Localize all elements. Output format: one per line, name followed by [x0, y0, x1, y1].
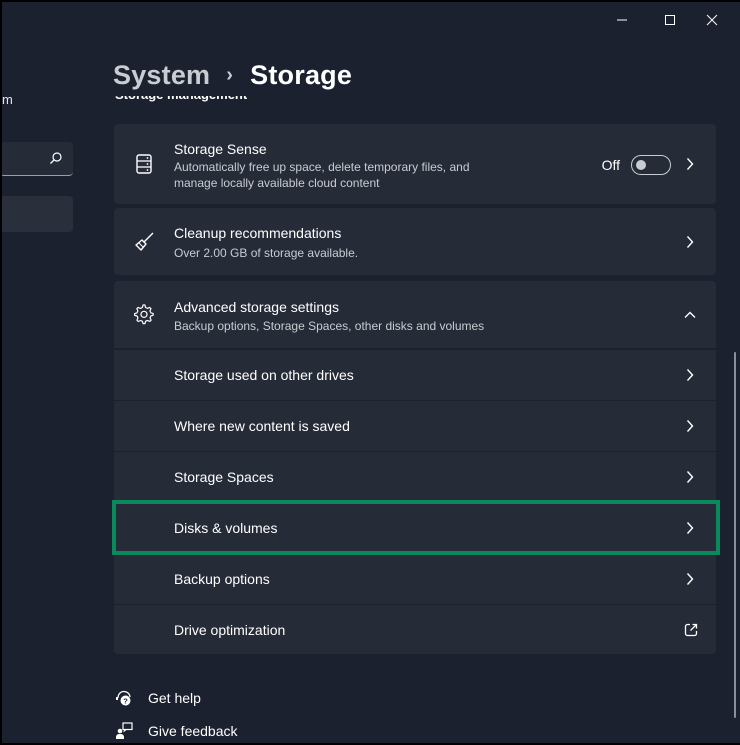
list-item-label: Backup options [174, 571, 270, 587]
advanced-storage-description: Backup options, Storage Spaces, other di… [174, 319, 485, 333]
chevron-right-icon [684, 419, 696, 433]
list-item-label: Drive optimization [174, 622, 286, 638]
chevron-right-icon [684, 235, 696, 249]
nav-user-name: m [2, 92, 13, 107]
search-input[interactable] [2, 142, 73, 176]
section-header: Storage management [115, 96, 247, 110]
minimize-button[interactable] [602, 8, 642, 32]
feedback-icon [114, 721, 134, 741]
storage-sense-toggle[interactable] [631, 155, 671, 175]
chevron-up-icon[interactable] [684, 308, 696, 322]
storage-sense-description: Automatically free up space, delete temp… [174, 160, 470, 190]
advanced-storage-settings-card[interactable]: Advanced storage settings Backup options… [114, 281, 716, 348]
list-item-label: Where new content is saved [174, 418, 350, 434]
settings-window: m System › Storage Storage management St… [2, 2, 740, 743]
svg-text:?: ? [123, 696, 128, 705]
list-item-disks-volumes[interactable]: Disks & volumes [114, 502, 716, 553]
cleanup-title: Cleanup recommendations [174, 225, 342, 241]
list-item-label: Disks & volumes [174, 520, 278, 536]
storage-sense-title: Storage Sense [174, 141, 267, 157]
toggle-state-label: Off [601, 157, 620, 173]
storage-sense-card[interactable]: Storage Sense Automatically free up spac… [114, 124, 716, 204]
give-feedback-link[interactable]: Give feedback [114, 721, 238, 741]
breadcrumb-separator: › [226, 64, 234, 86]
vertical-scrollbar[interactable] [734, 352, 736, 718]
chevron-right-icon [684, 368, 696, 382]
maximize-button[interactable] [650, 8, 690, 32]
breadcrumb: System › Storage [113, 60, 352, 91]
broom-icon [133, 231, 155, 253]
page-title: Storage [250, 60, 353, 90]
list-item-backup-options[interactable]: Backup options [114, 553, 716, 604]
toggle-knob [636, 160, 646, 170]
give-feedback-label: Give feedback [148, 723, 238, 739]
minimize-icon [617, 19, 627, 21]
cleanup-recommendations-card[interactable]: Cleanup recommendations Over 2.00 GB of … [114, 208, 716, 275]
list-item-storage-other-drives[interactable]: Storage used on other drives [114, 349, 716, 400]
list-item-label: Storage used on other drives [174, 367, 354, 383]
list-item-storage-spaces[interactable]: Storage Spaces [114, 451, 716, 502]
close-button[interactable] [692, 8, 732, 32]
chevron-right-icon [684, 157, 696, 171]
advanced-storage-title: Advanced storage settings [174, 299, 339, 315]
get-help-link[interactable]: ? Get help [114, 688, 201, 708]
breadcrumb-system[interactable]: System [113, 60, 210, 91]
external-link-icon [683, 622, 699, 643]
help-icon: ? [114, 688, 134, 708]
nav-item-selected[interactable] [2, 196, 73, 232]
chevron-right-icon [684, 572, 696, 586]
close-icon [706, 14, 718, 26]
gear-icon [133, 303, 155, 326]
list-item-label: Storage Spaces [174, 469, 274, 485]
chevron-right-icon [684, 521, 696, 535]
storage-sense-toggle-group: Off [602, 155, 671, 175]
get-help-label: Get help [148, 690, 201, 706]
advanced-storage-list: Storage used on other drives Where new c… [114, 349, 716, 654]
list-item-drive-optimization[interactable]: Drive optimization [114, 604, 716, 654]
storage-drive-icon [133, 153, 155, 175]
cleanup-description: Over 2.00 GB of storage available. [174, 246, 359, 260]
search-icon[interactable] [49, 151, 63, 170]
chevron-right-icon [684, 470, 696, 484]
list-item-where-new-content-saved[interactable]: Where new content is saved [114, 400, 716, 451]
maximize-icon [665, 15, 675, 25]
